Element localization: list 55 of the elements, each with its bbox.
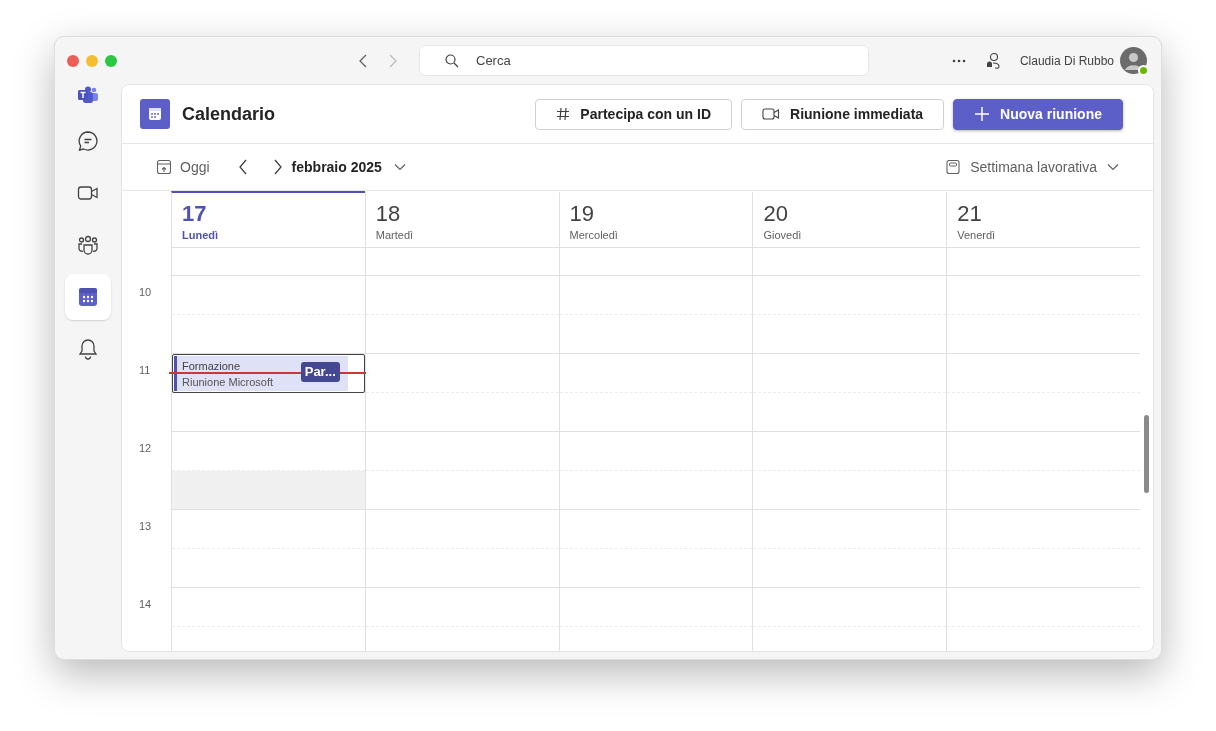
day-header[interactable]: 19 Mercoledì	[558, 191, 753, 248]
day-name: Lunedì	[182, 228, 219, 243]
hour-label: 14	[139, 597, 152, 612]
hour-label: 10	[139, 285, 152, 300]
day-name: Mercoledì	[569, 228, 618, 243]
event-subtitle: Riunione Microsoft	[182, 375, 274, 390]
calendar-app-icon	[140, 99, 170, 129]
video-camera-icon	[762, 107, 781, 121]
view-icon	[946, 159, 961, 175]
meet-now-button[interactable]: Riunione immediata	[741, 98, 945, 130]
search-field[interactable]: Cerca	[419, 45, 869, 76]
next-icon[interactable]	[272, 159, 283, 175]
calendar-today-icon	[156, 159, 172, 175]
more-icon[interactable]	[951, 58, 966, 63]
day-number: 17	[182, 201, 207, 227]
day-name: Venerdì	[957, 228, 996, 243]
avatar[interactable]	[1120, 47, 1147, 74]
video-camera-icon	[76, 184, 99, 202]
day-number: 20	[763, 201, 788, 227]
today-button[interactable]: Oggi	[156, 156, 210, 178]
day-number: 19	[569, 201, 595, 227]
event-card[interactable]: Formazione Riunione Microsoft Par...	[172, 354, 365, 393]
previous-icon[interactable]	[237, 159, 248, 175]
view-picker[interactable]: Settimana lavorativa	[946, 156, 1119, 178]
back-icon[interactable]	[358, 53, 368, 68]
event-title: Formazione	[182, 359, 241, 374]
chat-icon	[76, 130, 99, 152]
people-icon	[76, 234, 99, 256]
user-name: Claudia Di Rubbo	[1019, 52, 1114, 70]
close-button[interactable]	[67, 54, 79, 67]
hour-label: 12	[139, 441, 152, 456]
day-header[interactable]: 20 Giovedì	[752, 191, 947, 248]
hash-icon	[556, 107, 571, 121]
hour-label: 11	[139, 363, 151, 378]
page-title: Calendario	[182, 102, 276, 126]
chevron-down-icon	[393, 163, 406, 171]
presence-badge	[1138, 65, 1149, 76]
day-name: Martedì	[375, 228, 414, 243]
day-number: 21	[957, 201, 982, 227]
day-header[interactable]: 17 Lunedì	[171, 191, 365, 248]
new-meeting-button[interactable]: Nuova riunione	[953, 98, 1123, 130]
calendar-icon	[77, 287, 98, 307]
join-with-id-button[interactable]: Partecipa con un ID	[535, 98, 733, 130]
day-number: 18	[375, 201, 401, 227]
bell-icon	[77, 338, 98, 360]
month-picker[interactable]: febbraio 2025	[291, 156, 406, 178]
day-header[interactable]: 21 Venerdì	[946, 191, 1140, 248]
day-header[interactable]: 18 Martedì	[364, 191, 559, 248]
plus-icon	[974, 106, 991, 122]
day-name: Giovedì	[763, 228, 802, 243]
hour-label: 13	[139, 519, 152, 534]
calendar-tab[interactable]	[64, 274, 111, 320]
scrollbar-thumb[interactable]	[1144, 415, 1149, 493]
join-button[interactable]: Par...	[300, 362, 340, 382]
chevron-down-icon	[1107, 163, 1119, 171]
